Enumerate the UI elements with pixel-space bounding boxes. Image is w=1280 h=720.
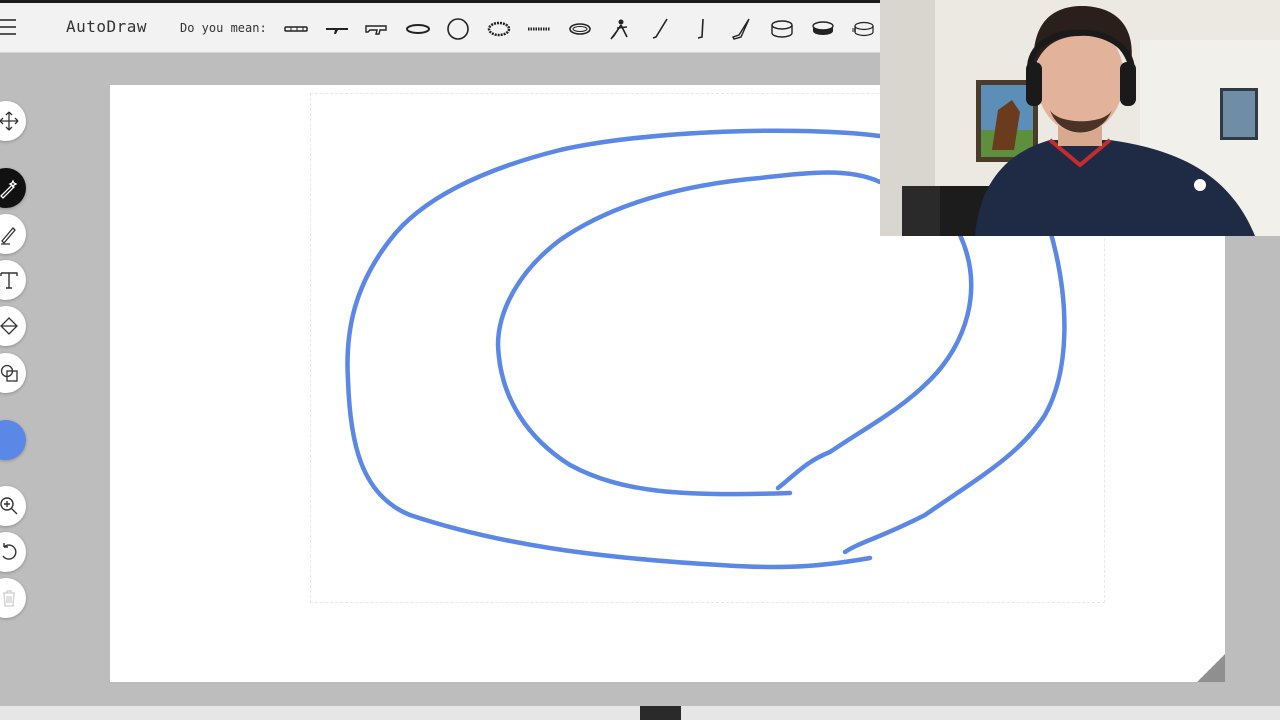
app-header: AutoDraw Do you mean: — [0, 3, 880, 53]
suggestion-gun[interactable] — [357, 13, 398, 45]
hook-stick-icon — [698, 18, 705, 39]
bottom-scroll-thumb[interactable] — [640, 706, 681, 720]
suggestion-stick[interactable] — [641, 13, 682, 45]
webcam-person-illustration — [880, 0, 1280, 236]
suggestion-hockey-puck[interactable] — [803, 13, 844, 45]
text-icon — [0, 272, 18, 289]
dash-line-icon — [528, 27, 551, 31]
hockey-player-icon — [610, 19, 628, 40]
suggestion-flat-ellipse[interactable] — [398, 13, 439, 45]
gun-icon — [365, 25, 387, 35]
shapes-icon — [0, 364, 18, 382]
hockey-stick-icon — [731, 18, 750, 40]
suggestion-dash-line[interactable] — [519, 13, 560, 45]
suggestion-label: Do you mean: — [180, 21, 267, 35]
canvas-resize-handle[interactable] — [1197, 654, 1225, 682]
menu-icon[interactable] — [0, 19, 18, 37]
suggestion-hook-stick[interactable] — [681, 13, 722, 45]
trash-icon — [3, 590, 15, 607]
circle-icon — [447, 18, 470, 40]
zoom-in-icon — [0, 497, 18, 515]
pencil-icon — [1, 227, 16, 245]
stick-icon — [652, 18, 668, 39]
suggestion-rifle[interactable] — [317, 13, 358, 45]
flat-ellipse-icon — [405, 24, 430, 34]
suggestion-hockey-stick[interactable] — [722, 13, 763, 45]
autodraw-pen-icon — [0, 179, 18, 199]
cylinder-icon — [771, 20, 793, 38]
rifle-icon — [325, 28, 348, 34]
suggestion-list — [276, 13, 884, 45]
bullet-row-icon — [284, 26, 308, 32]
suggestion-hockey-player[interactable] — [600, 13, 641, 45]
undo-icon — [2, 543, 17, 560]
suggestion-beaded-ring[interactable] — [479, 13, 520, 45]
suggestion-ring[interactable] — [560, 13, 601, 45]
move-icon — [0, 111, 19, 131]
suggestion-cylinder[interactable] — [762, 13, 803, 45]
fill-bucket-icon — [0, 317, 18, 335]
app-title[interactable]: AutoDraw — [66, 17, 147, 36]
ring-icon — [568, 23, 591, 35]
suggestion-stacked-discs[interactable] — [843, 13, 884, 45]
hockey-puck-icon — [812, 21, 834, 35]
webcam-overlay — [880, 0, 1280, 236]
stacked-discs-icon — [852, 21, 874, 37]
suggestion-bullet-row[interactable] — [276, 13, 317, 45]
beaded-ring-icon — [487, 21, 510, 37]
suggestion-circle[interactable] — [438, 13, 479, 45]
